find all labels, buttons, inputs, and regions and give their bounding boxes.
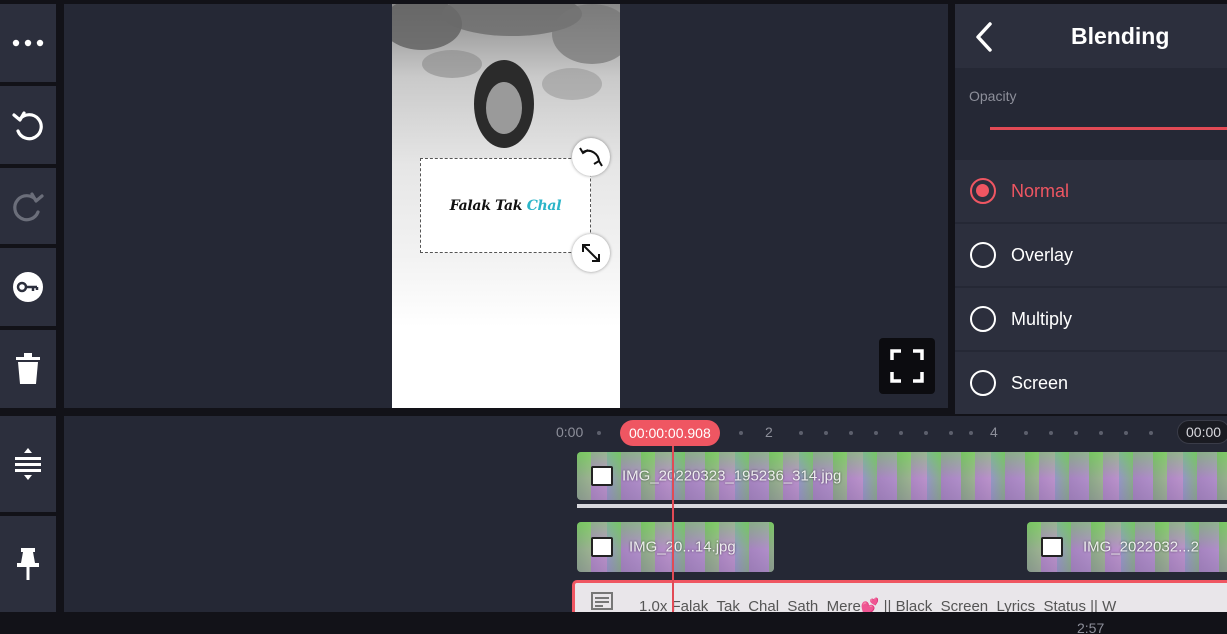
ruler-dot: [1149, 431, 1153, 435]
opacity-label: Opacity: [969, 88, 1017, 104]
ruler-dot: [849, 431, 853, 435]
pin-icon: [17, 548, 39, 580]
option-label: Multiply: [1011, 308, 1073, 329]
image-icon: [1041, 537, 1063, 557]
sticker-text-part1: Falak Tak: [449, 197, 523, 214]
redo-button[interactable]: [0, 168, 56, 244]
option-label: Normal: [1011, 180, 1070, 201]
sticker-text-part2: Chal: [526, 197, 562, 214]
audio-label: 1.0x Falak_Tak_Chal_Sath_Mere💕 || Black_…: [639, 598, 1117, 612]
end-time-badge: 00:00: [1177, 420, 1227, 444]
sticker-text: Falak Tak Chal: [449, 197, 562, 214]
blending-header: Blending: [955, 4, 1227, 68]
radio-normal[interactable]: [970, 178, 996, 204]
ruler-dot: [799, 431, 803, 435]
ruler-dot: [1049, 431, 1053, 435]
option-label: Overlay: [1011, 244, 1074, 265]
playhead[interactable]: [672, 442, 674, 612]
opacity-slider[interactable]: [990, 127, 1227, 130]
radio-overlay[interactable]: [970, 242, 996, 268]
layer-clip-b[interactable]: IMG_2022032...2: [1027, 522, 1227, 572]
main-video-clip[interactable]: IMG_20220323_195236_314.jpg: [577, 452, 1227, 500]
option-label: Screen: [1011, 372, 1069, 393]
clip-label: IMG_2022032...2: [1083, 538, 1199, 556]
more-button[interactable]: [0, 4, 56, 82]
preview-panel: Falak Tak Chal: [64, 4, 948, 408]
blend-option-multiply[interactable]: Multiply: [955, 288, 1227, 350]
blend-option-overlay[interactable]: Overlay: [955, 224, 1227, 286]
sticker-selection-box[interactable]: Falak Tak Chal: [420, 158, 591, 253]
rotate-icon: [579, 147, 603, 167]
ruler-label: 0:00: [556, 424, 584, 440]
ruler-dot: [969, 431, 973, 435]
ruler-label: 4: [990, 424, 998, 440]
more-icon: [12, 39, 44, 47]
ruler-dot: [1124, 431, 1128, 435]
ruler-label: 2: [765, 424, 773, 440]
resize-icon: [582, 244, 600, 262]
radio-multiply[interactable]: [970, 306, 996, 332]
clip-track-divider: [577, 504, 1227, 508]
ruler-dot: [874, 431, 878, 435]
video-canvas[interactable]: Falak Tak Chal: [392, 4, 620, 408]
ruler-dot: [824, 431, 828, 435]
ruler-dot: [949, 431, 953, 435]
leaves-background: [392, 4, 620, 148]
ruler-dot: [1074, 431, 1078, 435]
ruler-dot: [739, 431, 743, 435]
image-icon: [591, 466, 613, 486]
key-icon: [13, 272, 43, 302]
rotate-handle[interactable]: [572, 138, 610, 176]
fullscreen-button[interactable]: [879, 338, 935, 394]
pin-button[interactable]: [0, 516, 56, 612]
ruler-dot: [1099, 431, 1103, 435]
blending-panel: Blending Opacity Normal Overlay Multiply…: [955, 4, 1227, 414]
clip-label: IMG_20220323_195236_314.jpg: [622, 467, 842, 485]
split-layer-button[interactable]: [0, 416, 56, 512]
undo-button[interactable]: [0, 86, 56, 164]
resize-handle[interactable]: [572, 234, 610, 272]
trash-icon: [16, 353, 40, 384]
split-layer-icon: [15, 448, 41, 480]
current-time-badge: 00:00:00.908: [620, 420, 720, 446]
back-button[interactable]: [969, 20, 999, 54]
left-toolbar: [0, 0, 58, 634]
ruler-dot: [597, 431, 601, 435]
ruler-dot: [924, 431, 928, 435]
clip-label: IMG_20...14.jpg: [629, 538, 736, 556]
ruler-dot: [1024, 431, 1028, 435]
undo-icon: [12, 111, 43, 141]
keyframe-button[interactable]: [0, 248, 56, 326]
image-icon: [591, 537, 613, 557]
music-icon: [591, 592, 613, 610]
delete-button[interactable]: [0, 330, 56, 408]
redo-icon: [13, 192, 44, 222]
layer-clip-a[interactable]: IMG_20...14.jpg: [577, 522, 774, 572]
bottom-time: 2:57: [1077, 620, 1105, 634]
panel-title: Blending: [1071, 23, 1170, 49]
fullscreen-icon: [890, 349, 924, 383]
blend-option-screen[interactable]: Screen: [955, 352, 1227, 414]
blend-option-normal[interactable]: Normal: [955, 160, 1227, 222]
chevron-left-icon: [976, 22, 992, 52]
audio-track[interactable]: 1.0x Falak_Tak_Chal_Sath_Mere💕 || Black_…: [572, 580, 1227, 612]
timeline[interactable]: 0:00 2 4 00:00 IMG_20220323_195236_314.j…: [64, 416, 1227, 612]
radio-screen[interactable]: [970, 370, 996, 396]
ruler-dot: [899, 431, 903, 435]
